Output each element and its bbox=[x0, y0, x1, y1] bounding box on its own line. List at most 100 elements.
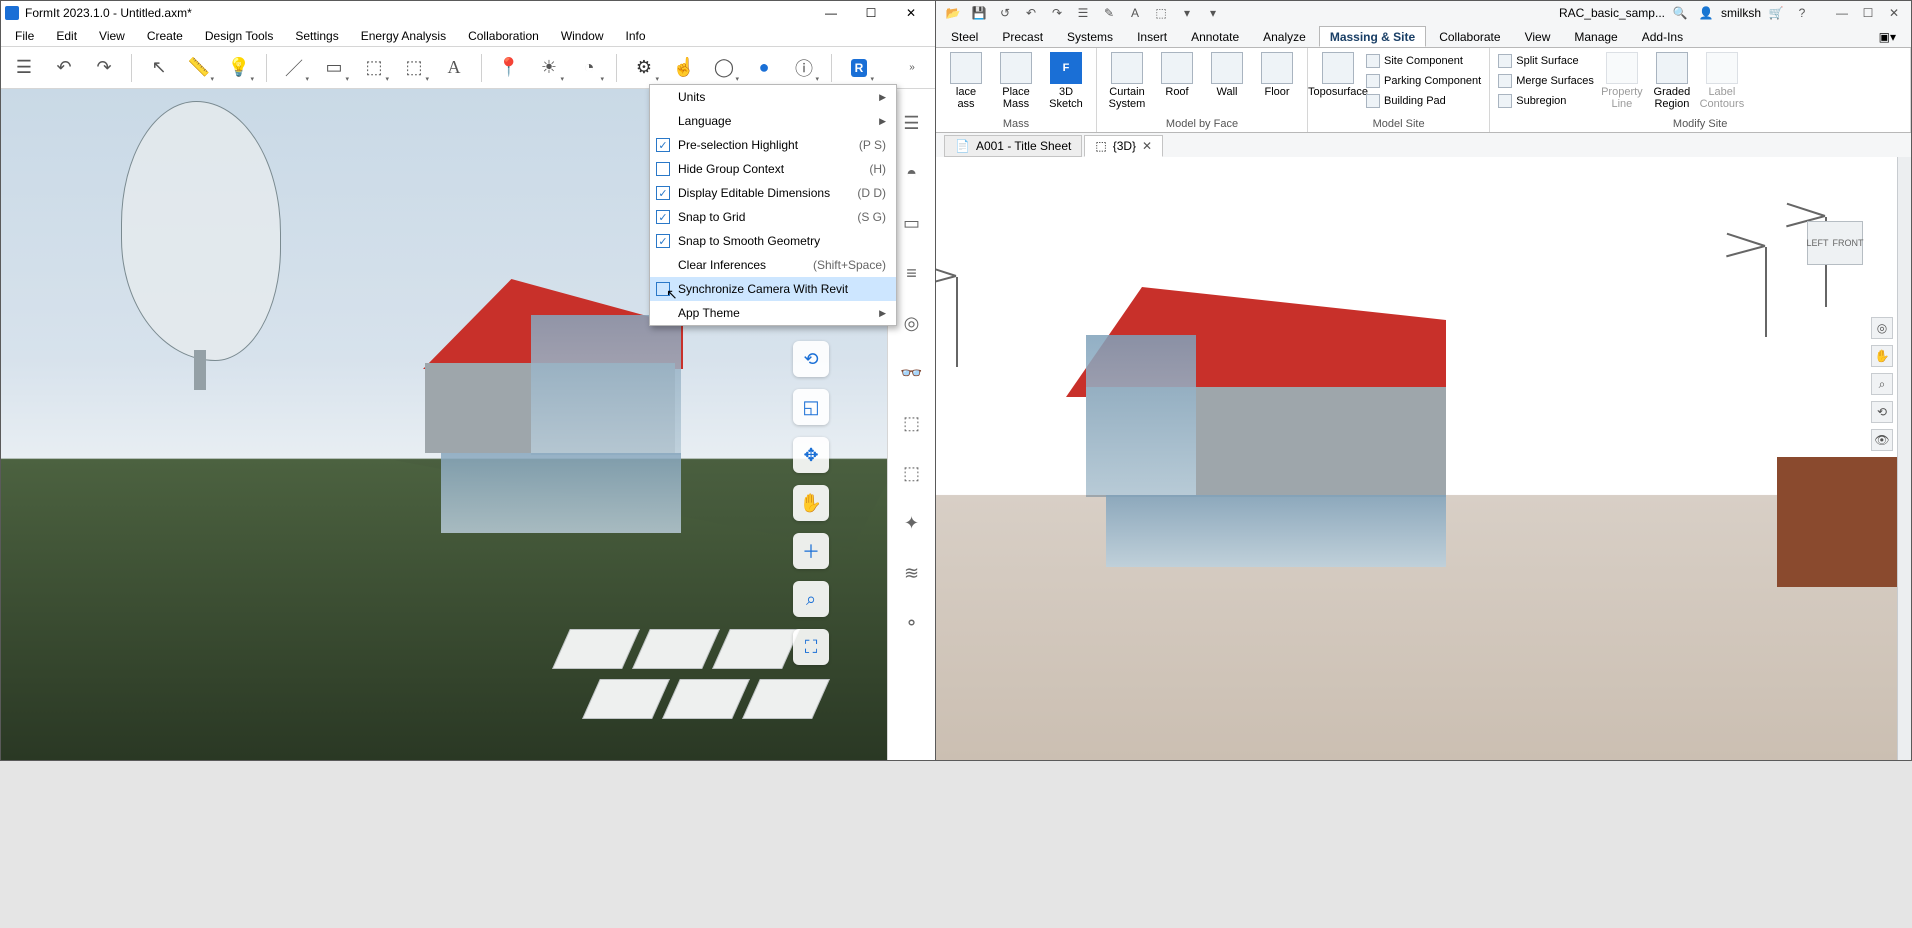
dd-language[interactable]: Language bbox=[650, 109, 896, 133]
extrude-icon[interactable]: ⬚▾ bbox=[357, 51, 391, 85]
graded-region-button[interactable]: Graded Region bbox=[1650, 52, 1694, 110]
walkthrough-icon[interactable]: ✥ bbox=[793, 437, 829, 473]
overflow-icon[interactable]: » bbox=[895, 51, 929, 85]
user-icon[interactable]: 👤 bbox=[1695, 2, 1717, 24]
dd-sync-camera-revit[interactable]: Synchronize Camera With Revit bbox=[650, 277, 896, 301]
menu-edit[interactable]: Edit bbox=[46, 27, 87, 45]
dynamo-panel-icon[interactable]: ✦ bbox=[894, 505, 930, 541]
revit-minimize-button[interactable]: — bbox=[1831, 2, 1853, 24]
qat-section-icon[interactable]: ▾ bbox=[1176, 2, 1198, 24]
close-button[interactable]: ✕ bbox=[891, 1, 931, 25]
search-icon[interactable]: 🔍 bbox=[1669, 2, 1691, 24]
groups-panel-icon[interactable]: ⬚ bbox=[894, 405, 930, 441]
menu-settings[interactable]: Settings bbox=[285, 27, 348, 45]
energy-icon[interactable]: ◔▾ bbox=[572, 51, 606, 85]
dd-editable-dims[interactable]: ✓Display Editable Dimensions(D D) bbox=[650, 181, 896, 205]
menu-view[interactable]: View bbox=[89, 27, 135, 45]
menu-file[interactable]: File bbox=[5, 27, 44, 45]
sketch-list-icon[interactable]: ☰ bbox=[7, 51, 41, 85]
building-pad-button[interactable]: Building Pad bbox=[1366, 92, 1481, 110]
revit-maximize-button[interactable]: ☐ bbox=[1857, 2, 1879, 24]
roof-button[interactable]: Roof bbox=[1155, 52, 1199, 98]
help-icon[interactable]: ? bbox=[1791, 2, 1813, 24]
menu-design-tools[interactable]: Design Tools bbox=[195, 27, 283, 45]
subregion-button[interactable]: Subregion bbox=[1498, 92, 1594, 110]
scenes-panel-icon[interactable]: ◎ bbox=[894, 305, 930, 341]
menu-window[interactable]: Window bbox=[551, 27, 614, 45]
content-library-icon[interactable]: ⬚ bbox=[894, 455, 930, 491]
properties-panel-icon[interactable]: ☰ bbox=[894, 105, 930, 141]
maximize-button[interactable]: ☐ bbox=[851, 1, 891, 25]
dd-app-theme[interactable]: App Theme bbox=[650, 301, 896, 325]
tab-precast[interactable]: Precast bbox=[991, 26, 1054, 47]
touch-icon[interactable]: ☝ bbox=[667, 51, 701, 85]
undo-icon[interactable]: ↶ bbox=[47, 51, 81, 85]
qat-measure-icon[interactable]: ✎ bbox=[1098, 2, 1120, 24]
qat-more-icon[interactable]: ▾ bbox=[1202, 2, 1224, 24]
box-select-icon[interactable]: ◱ bbox=[793, 389, 829, 425]
parking-component-button[interactable]: Parking Component bbox=[1366, 72, 1481, 90]
revit-link-icon[interactable]: R▾ bbox=[842, 51, 876, 85]
nav-look-icon[interactable]: 👁 bbox=[1871, 429, 1893, 451]
array-icon[interactable]: ⬚▾ bbox=[397, 51, 431, 85]
zoom-all-icon[interactable]: ⛶ bbox=[793, 629, 829, 665]
info-icon[interactable]: ⓘ▾ bbox=[787, 51, 821, 85]
place-mass-button[interactable]: Place Mass bbox=[994, 52, 1038, 110]
materials-panel-icon[interactable]: ◓ bbox=[894, 155, 930, 191]
section-icon[interactable]: 💡▾ bbox=[222, 51, 256, 85]
in-place-mass-button[interactable]: laceass bbox=[944, 52, 988, 110]
levels-panel-icon[interactable]: ≡ bbox=[894, 255, 930, 291]
split-surface-button[interactable]: Split Surface bbox=[1498, 52, 1594, 70]
cart-icon[interactable]: 🛒 bbox=[1765, 2, 1787, 24]
nav-zoom-icon[interactable]: ⌕ bbox=[1871, 373, 1893, 395]
text-icon[interactable]: A bbox=[437, 51, 471, 85]
qat-3d-icon[interactable]: ⬚ bbox=[1150, 2, 1172, 24]
account-icon[interactable]: ● bbox=[747, 51, 781, 85]
dd-units[interactable]: Units bbox=[650, 85, 896, 109]
undo-history-icon[interactable]: ≋ bbox=[894, 555, 930, 591]
menu-energy-analysis[interactable]: Energy Analysis bbox=[351, 27, 456, 45]
plugins-panel-icon[interactable]: ⚬ bbox=[894, 605, 930, 641]
line-tool-icon[interactable]: ／▾ bbox=[277, 51, 311, 85]
tab-add-ins[interactable]: Add-Ins bbox=[1631, 26, 1694, 47]
dd-preselection[interactable]: ✓Pre-selection Highlight(P S) bbox=[650, 133, 896, 157]
dd-snap-grid[interactable]: ✓Snap to Grid(S G) bbox=[650, 205, 896, 229]
curtain-system-button[interactable]: Curtain System bbox=[1105, 52, 1149, 110]
share-icon[interactable]: ◯▾ bbox=[707, 51, 741, 85]
3d-sketch-button[interactable]: F3D Sketch bbox=[1044, 52, 1088, 110]
tab-insert[interactable]: Insert bbox=[1126, 26, 1178, 47]
tab-view[interactable]: View bbox=[1514, 26, 1562, 47]
label-contours-button[interactable]: Label Contours bbox=[1700, 52, 1744, 110]
tab-manage[interactable]: Manage bbox=[1563, 26, 1628, 47]
measure-icon[interactable]: 📏▾ bbox=[182, 51, 216, 85]
revit-close-button[interactable]: ✕ bbox=[1883, 2, 1905, 24]
toposurface-button[interactable]: Toposurface bbox=[1316, 52, 1360, 98]
view-tab-3d[interactable]: ⬚ {3D}✕ bbox=[1084, 135, 1163, 157]
layers-panel-icon[interactable]: ▭ bbox=[894, 205, 930, 241]
location-icon[interactable]: 📍 bbox=[492, 51, 526, 85]
select-icon[interactable]: ↖ bbox=[142, 51, 176, 85]
qat-undo-icon[interactable]: ↶ bbox=[1020, 2, 1042, 24]
ribbon-collapse-icon[interactable]: ▣▾ bbox=[1868, 26, 1907, 47]
menu-create[interactable]: Create bbox=[137, 27, 193, 45]
qat-print-icon[interactable]: ☰ bbox=[1072, 2, 1094, 24]
nav-orbit-icon[interactable]: ⟲ bbox=[1871, 401, 1893, 423]
cube-primitive-icon[interactable]: ▭▾ bbox=[317, 51, 351, 85]
tab-collaborate[interactable]: Collaborate bbox=[1428, 26, 1511, 47]
zoom-in-icon[interactable]: ＋ bbox=[793, 533, 829, 569]
revit-side-panel-collapsed[interactable] bbox=[1897, 157, 1911, 760]
sun-icon[interactable]: ☀▾ bbox=[532, 51, 566, 85]
menu-collaboration[interactable]: Collaboration bbox=[458, 27, 549, 45]
viewcube[interactable]: LEFTFRONT bbox=[1807, 221, 1863, 265]
close-tab-icon[interactable]: ✕ bbox=[1142, 139, 1152, 153]
qat-save-icon[interactable]: 💾 bbox=[968, 2, 990, 24]
nav-wheel-icon[interactable]: ◎ bbox=[1871, 317, 1893, 339]
orbit-icon[interactable]: ⟲ bbox=[793, 341, 829, 377]
qat-open-icon[interactable]: 📂 bbox=[942, 2, 964, 24]
tab-systems[interactable]: Systems bbox=[1056, 26, 1124, 47]
redo-icon[interactable]: ↷ bbox=[87, 51, 121, 85]
revit-3d-viewport[interactable]: LEFTFRONT ◎ ✋ ⌕ ⟲ 👁 bbox=[936, 157, 1897, 760]
tab-massing-site[interactable]: Massing & Site bbox=[1319, 26, 1426, 47]
merge-surfaces-button[interactable]: Merge Surfaces bbox=[1498, 72, 1594, 90]
tab-analyze[interactable]: Analyze bbox=[1252, 26, 1317, 47]
